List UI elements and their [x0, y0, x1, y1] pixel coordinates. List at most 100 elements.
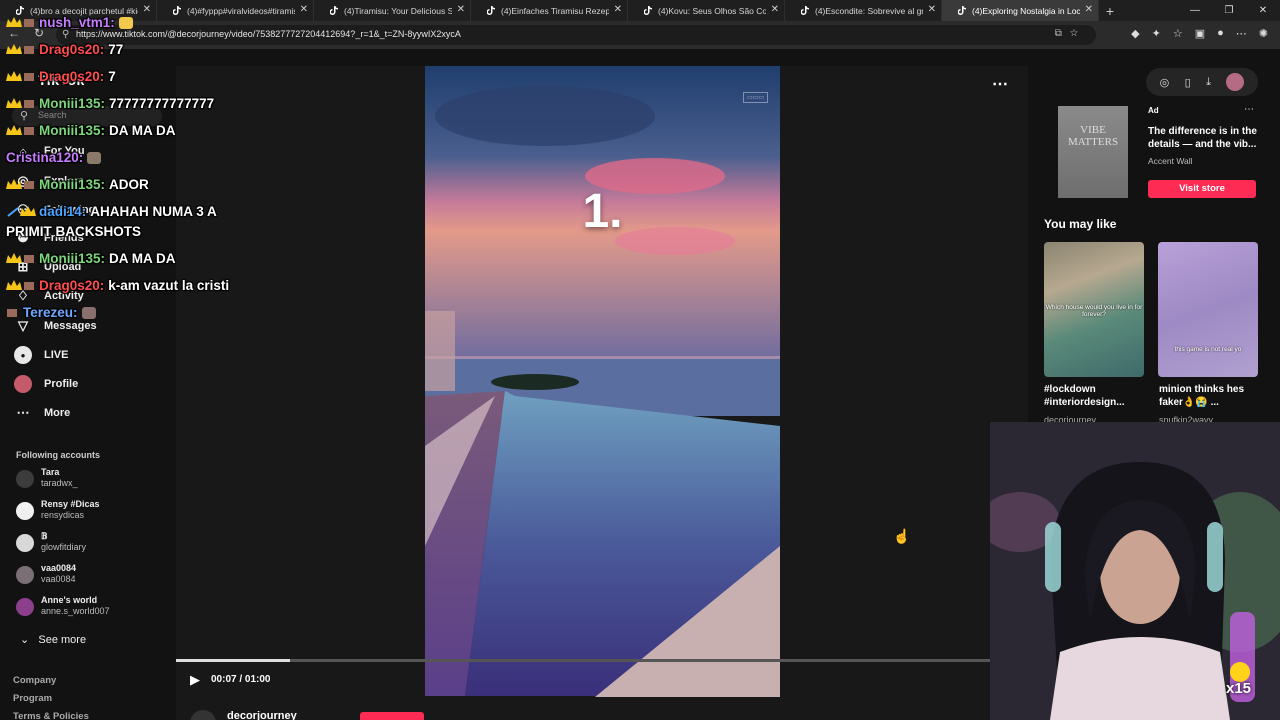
- nav-more[interactable]: ⋯ More: [14, 402, 164, 424]
- video-progress-bar[interactable]: [176, 659, 992, 662]
- tiktok-icon: [644, 6, 652, 15]
- video-player[interactable]: 1. ▭▭▭: [425, 66, 780, 697]
- tab-title: (4)#fyppp#viralvideos#tiramisu#: [187, 5, 295, 16]
- nav-upload[interactable]: ⊞ Upload: [14, 256, 164, 278]
- coins-icon[interactable]: ◎: [1160, 76, 1170, 89]
- visit-store-button[interactable]: Visit store: [1148, 180, 1256, 198]
- profile-avatar-icon[interactable]: ●: [1217, 27, 1224, 40]
- tiktok-icon: [487, 6, 495, 15]
- download-icon[interactable]: ⤓: [1206, 76, 1211, 89]
- nav-activity[interactable]: ♢ Activity: [14, 285, 164, 307]
- toolbar-icons: ◆ ✦ ☆ ▣ ● ⋯ ✺: [1131, 27, 1268, 40]
- browser-tab[interactable]: (4)Tiramisu: Your Delicious Sign t ✕: [314, 0, 471, 21]
- tiktok-icon: [330, 6, 338, 15]
- footer-terms-link[interactable]: Terms & Policies: [13, 711, 89, 720]
- ad-image-text: VIBE MATTERS: [1067, 124, 1119, 148]
- collections-icon[interactable]: ▣: [1195, 27, 1205, 40]
- account-name: Rensy #Dicas: [41, 499, 100, 509]
- recommended-thumbnail[interactable]: Which house would you live in for foreve…: [1044, 242, 1144, 377]
- nav-label: Friends: [44, 232, 84, 244]
- recommended-thumbnail[interactable]: this game is not real yo: [1158, 242, 1258, 377]
- nav-profile[interactable]: Profile: [14, 373, 164, 395]
- nav-label: More: [44, 407, 71, 419]
- site-info-icon[interactable]: ⚲: [62, 29, 69, 40]
- new-tab-button[interactable]: +: [1099, 3, 1121, 19]
- reload-icon[interactable]: ↻: [34, 26, 44, 40]
- close-tab-icon[interactable]: ✕: [300, 4, 308, 15]
- close-tab-icon[interactable]: ✕: [771, 4, 779, 15]
- restore-icon[interactable]: ❐: [1212, 0, 1246, 21]
- close-tab-icon[interactable]: ✕: [614, 4, 622, 15]
- device-icon[interactable]: ▯: [1185, 76, 1191, 89]
- footer-company-link[interactable]: Company: [13, 675, 56, 686]
- video-time: 00:07 / 01:00: [211, 674, 271, 685]
- account-handle: vaa0084: [41, 574, 76, 584]
- see-more-button[interactable]: ⌄ See more: [20, 633, 86, 646]
- chevron-down-icon: ⌄: [20, 634, 30, 646]
- menu-dots-icon[interactable]: ⋯: [1236, 27, 1247, 40]
- browser-tab[interactable]: (4)Einfaches Tiramisu Rezept mit ✕: [471, 0, 628, 21]
- nav-label: Explore: [44, 175, 85, 187]
- search-input[interactable]: ⚲ Search: [12, 106, 162, 126]
- nav-label: For You: [44, 145, 85, 157]
- ad-image[interactable]: VIBE MATTERS: [1058, 106, 1128, 198]
- account-handle: taradwx_: [41, 478, 78, 488]
- ad-text: The difference is in the details — and t…: [1148, 126, 1257, 150]
- avatar: [16, 470, 34, 488]
- close-tab-icon[interactable]: ✕: [457, 4, 465, 15]
- back-icon[interactable]: ←: [8, 26, 20, 40]
- account-name: Anne's world: [41, 595, 98, 605]
- nav-live[interactable]: ● LIVE: [14, 344, 164, 366]
- omnibox[interactable]: ⚲ https://www.tiktok.com/@decorjourney/v…: [56, 25, 1096, 45]
- nav-for-you[interactable]: ⌂ For You: [14, 140, 164, 162]
- following-account[interactable]: Rensy #Dicas rensydicas: [16, 498, 166, 526]
- minimize-icon[interactable]: —: [1178, 0, 1212, 21]
- browser-tab[interactable]: (4)Kovu: Seus Olhos São Como o ✕: [628, 0, 785, 21]
- ad-more-icon[interactable]: ⋯: [1244, 104, 1254, 115]
- close-tab-icon[interactable]: ✕: [928, 4, 936, 15]
- follow-button[interactable]: [360, 712, 424, 720]
- live-icon: ●: [14, 346, 32, 364]
- search-placeholder: Search: [38, 110, 67, 120]
- video-more-options-icon[interactable]: ⋯: [992, 74, 1008, 94]
- browser-tab[interactable]: (4)#fyppp#viralvideos#tiramisu# ✕: [157, 0, 314, 21]
- following-account[interactable]: vaa0084 vaa0084: [16, 562, 166, 590]
- close-window-icon[interactable]: ✕: [1246, 0, 1280, 21]
- nav-friends[interactable]: ⚉ Friends: [14, 227, 164, 249]
- rec-title[interactable]: minion thinks hes faker👌😭 ...: [1159, 383, 1263, 409]
- footer-program-link[interactable]: Program: [13, 693, 52, 704]
- extension-icon[interactable]: ◆: [1131, 27, 1139, 40]
- video-frame: [425, 66, 780, 697]
- account-handle: rensydicas: [41, 510, 85, 520]
- tab-title: (4)bro a decojit parchetul #kickst: [30, 5, 138, 16]
- copilot-icon[interactable]: ✺: [1259, 27, 1268, 40]
- more-dots-icon: ⋯: [16, 405, 30, 420]
- rec-title[interactable]: #lockdown #interiordesign...: [1044, 383, 1148, 409]
- nav-messages[interactable]: ▽ Messages: [14, 315, 164, 337]
- browser-tab[interactable]: (4)bro a decojit parchetul #kickst ✕: [0, 0, 157, 21]
- author-name[interactable]: decorjourney: [227, 710, 297, 720]
- ad-label: Ad: [1148, 106, 1159, 115]
- account-name: 𝔹: [41, 531, 48, 541]
- following-account[interactable]: 𝔹glowfitdiary: [16, 530, 166, 558]
- close-tab-icon[interactable]: ✕: [143, 4, 151, 15]
- user-avatar[interactable]: [1226, 73, 1245, 91]
- tab-title: (4)Escondite: Sobrevive al grito |: [815, 5, 923, 16]
- play-icon[interactable]: ▶: [190, 672, 200, 688]
- browser-tab-active[interactable]: (4)Exploring Nostalgia in Lockdo ✕: [942, 0, 1099, 21]
- close-tab-icon[interactable]: ✕: [1085, 4, 1093, 15]
- tiktok-icon: [958, 6, 966, 15]
- following-account[interactable]: Anne's world anne.s_world007: [16, 594, 166, 622]
- nav-explore[interactable]: ◎ Explore: [14, 170, 164, 192]
- tiktok-icon: [173, 6, 181, 15]
- following-icon: ⚇: [17, 202, 29, 217]
- following-account[interactable]: Tara taradwx_: [16, 466, 166, 494]
- favorites-icon[interactable]: ☆: [1173, 27, 1183, 40]
- upload-icon: ⊞: [17, 259, 29, 274]
- bookmark-star-icon[interactable]: ☆: [1070, 28, 1086, 39]
- extensions-puzzle-icon[interactable]: ✦: [1152, 27, 1161, 40]
- tiktok-logo[interactable]: TikTok: [38, 72, 85, 88]
- nav-following[interactable]: ⚇ Following: [14, 199, 164, 221]
- install-icon[interactable]: ⧉: [1055, 28, 1070, 39]
- browser-tab[interactable]: (4)Escondite: Sobrevive al grito | ✕: [785, 0, 942, 21]
